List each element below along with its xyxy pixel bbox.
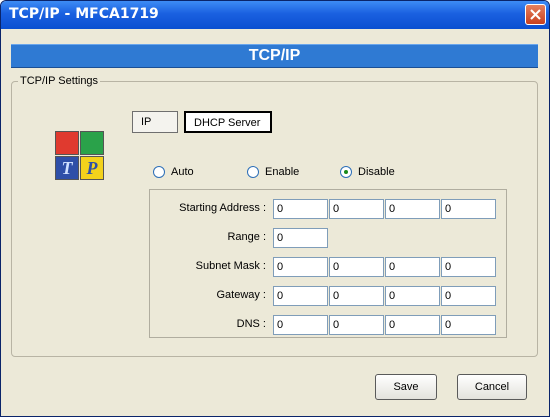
section-header: TCP/IP <box>11 44 538 68</box>
radio-enable-label: Enable <box>265 166 300 178</box>
cancel-button[interactable]: Cancel <box>457 374 527 400</box>
dns-octet-2[interactable]: 0 <box>329 315 384 335</box>
group-label: TCP/IP Settings <box>18 75 101 87</box>
gateway-octet-1[interactable]: 0 <box>273 286 328 306</box>
tab-ip[interactable]: IP <box>132 111 178 133</box>
starting-address-label: Starting Address : <box>179 202 266 214</box>
starting-address-octet-2[interactable]: 0 <box>329 199 384 219</box>
gateway-label: Gateway : <box>216 289 266 301</box>
dns-octet-4[interactable]: 0 <box>441 315 496 335</box>
range-input[interactable]: 0 <box>273 228 328 248</box>
radio-enable-button[interactable] <box>247 166 259 178</box>
close-button[interactable] <box>525 4 546 25</box>
radio-enable[interactable]: Enable <box>247 166 299 178</box>
logo-yellow-square: P <box>80 156 104 180</box>
window-title: TCP/IP - MFCA1719 <box>9 6 159 22</box>
gateway-octet-4[interactable]: 0 <box>441 286 496 306</box>
radio-disable-button[interactable] <box>340 166 352 178</box>
radio-disable-label: Disable <box>358 166 395 178</box>
subnet-mask-label: Subnet Mask : <box>195 260 266 272</box>
subnet-mask-octet-3[interactable]: 0 <box>385 257 440 277</box>
radio-auto[interactable]: Auto <box>153 166 194 178</box>
save-button[interactable]: Save <box>375 374 437 400</box>
dns-label: DNS : <box>236 318 266 330</box>
subnet-mask-octet-4[interactable]: 0 <box>441 257 496 277</box>
gateway-octet-3[interactable]: 0 <box>385 286 440 306</box>
tcpip-logo-icon: T P <box>55 131 105 181</box>
logo-green-square <box>80 131 104 155</box>
logo-red-square <box>55 131 79 155</box>
starting-address-octet-4[interactable]: 0 <box>441 199 496 219</box>
title-bar[interactable]: TCP/IP - MFCA1719 <box>1 1 549 29</box>
starting-address-octet-3[interactable]: 0 <box>385 199 440 219</box>
gateway-octet-2[interactable]: 0 <box>329 286 384 306</box>
radio-auto-label: Auto <box>171 166 194 178</box>
logo-blue-square: T <box>55 156 79 180</box>
tcpip-dialog: TCP/IP - MFCA1719 TCP/IP TCP/IP Settings… <box>0 0 550 417</box>
close-icon <box>530 9 541 20</box>
tab-dhcp-server[interactable]: DHCP Server <box>184 111 272 133</box>
dns-octet-3[interactable]: 0 <box>385 315 440 335</box>
dns-octet-1[interactable]: 0 <box>273 315 328 335</box>
subnet-mask-octet-2[interactable]: 0 <box>329 257 384 277</box>
range-label: Range : <box>227 231 266 243</box>
starting-address-octet-1[interactable]: 0 <box>273 199 328 219</box>
radio-auto-button[interactable] <box>153 166 165 178</box>
radio-disable[interactable]: Disable <box>340 166 395 178</box>
subnet-mask-octet-1[interactable]: 0 <box>273 257 328 277</box>
